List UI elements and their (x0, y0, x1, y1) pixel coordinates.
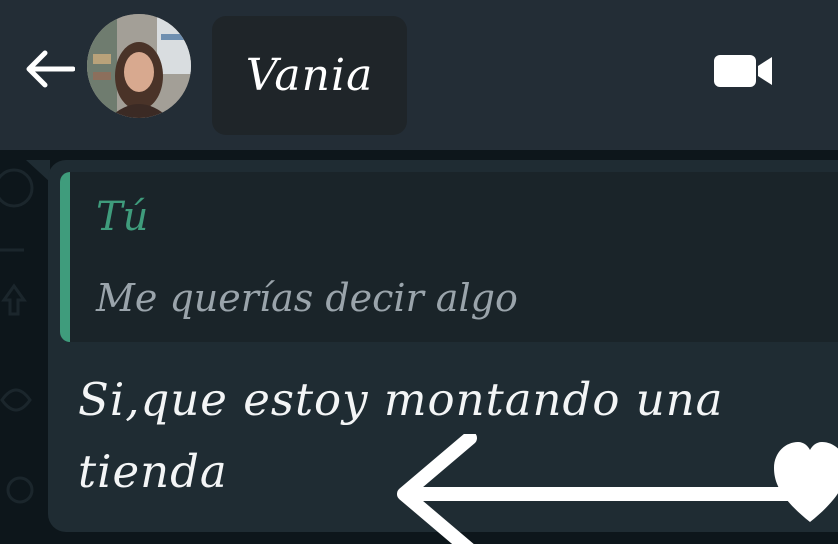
chat-header: Vania (0, 0, 838, 150)
message-line: Si,que estoy montando una (78, 373, 724, 426)
video-camera-icon (714, 55, 772, 87)
video-call-button[interactable] (706, 44, 780, 98)
annotation-arrow-icon (397, 434, 807, 544)
back-button[interactable] (18, 38, 80, 100)
chat-area: Tú Me querías decir algo Si,que estoy mo… (0, 150, 838, 544)
contact-name-chip[interactable]: Vania (212, 16, 407, 135)
quoted-message[interactable]: Tú Me querías decir algo (60, 172, 838, 342)
arrow-left-icon (26, 50, 75, 88)
quote-accent-bar (60, 172, 70, 342)
contact-avatar[interactable] (87, 14, 191, 118)
avatar-photo (87, 14, 191, 118)
contact-name: Vania (245, 50, 374, 101)
quoted-text: Me querías decir algo (96, 276, 518, 320)
heart-icon (774, 442, 838, 522)
bubble-tail (26, 160, 50, 182)
quoted-author: Tú (96, 194, 149, 240)
chat-screen: Vania Tú Me querías decir algo Si,que es… (0, 0, 838, 544)
